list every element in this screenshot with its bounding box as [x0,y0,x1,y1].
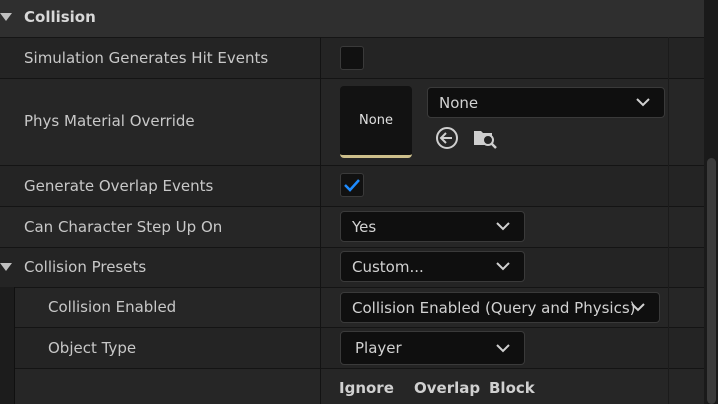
property-label: Phys Material Override [24,112,195,130]
section-header-collision[interactable]: Collision [0,0,704,38]
property-label: Collision Enabled [48,298,177,316]
column-header-block: Block [489,379,535,397]
arrow-left-circle-icon[interactable] [434,125,460,151]
collapse-triangle-icon[interactable] [0,13,12,21]
selected-value: Collision Enabled (Query and Physics) [352,299,636,317]
chevron-down-icon [496,344,510,353]
property-label: Simulation Generates Hit Events [24,49,269,67]
phys-material-asset-picker[interactable]: None [427,87,665,118]
selected-value: Custom... [352,258,424,276]
checkmark-icon [344,179,360,192]
chevron-down-icon [631,303,645,312]
step-up-dropdown[interactable]: Yes [340,211,525,242]
chevron-down-icon [636,98,650,107]
selected-value: Yes [352,218,377,236]
property-label: Generate Overlap Events [24,177,214,195]
phys-material-thumbnail[interactable]: None [340,86,412,158]
thumbnail-text: None [359,113,393,128]
property-label: Object Type [48,339,137,357]
collision-presets-dropdown[interactable]: Custom... [340,251,525,282]
chevron-down-icon [496,262,510,271]
collapse-triangle-icon[interactable] [0,263,12,271]
column-splitter[interactable] [320,37,321,404]
nested-indent-bar [0,287,15,404]
scrollbar-thumb[interactable] [707,158,716,404]
section-title: Collision [24,8,96,26]
selected-value: Player [355,339,402,357]
object-type-dropdown[interactable]: Player [340,331,525,365]
property-label: Collision Presets [24,258,147,276]
folder-search-icon[interactable] [472,125,498,151]
property-label: Can Character Step Up On [24,218,223,236]
chevron-down-icon [496,222,510,231]
selected-value: None [439,94,479,112]
collision-enabled-dropdown[interactable]: Collision Enabled (Query and Physics) [340,292,660,323]
column-header-ignore: Ignore [339,379,394,397]
simulation-hit-events-checkbox[interactable] [340,46,364,70]
generate-overlap-events-checkbox[interactable] [340,173,364,197]
column-divider [668,37,669,404]
column-header-overlap: Overlap [414,379,481,397]
